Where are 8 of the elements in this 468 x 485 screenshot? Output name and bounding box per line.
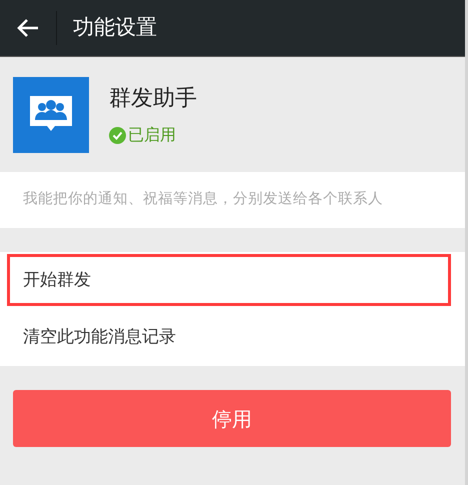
back-arrow-icon (17, 18, 39, 38)
plugin-name: 群发助手 (109, 85, 197, 113)
status-text: 已启用 (128, 124, 176, 146)
menu-item[interactable]: 开始群发 (0, 252, 465, 309)
check-icon (109, 126, 126, 144)
menu-item[interactable]: 清空此功能消息记录 (0, 309, 465, 366)
page-title: 功能设置 (73, 14, 157, 42)
description-text: 我能把你的通知、祝福等消息，分别发送给各个联系人 (23, 190, 383, 210)
